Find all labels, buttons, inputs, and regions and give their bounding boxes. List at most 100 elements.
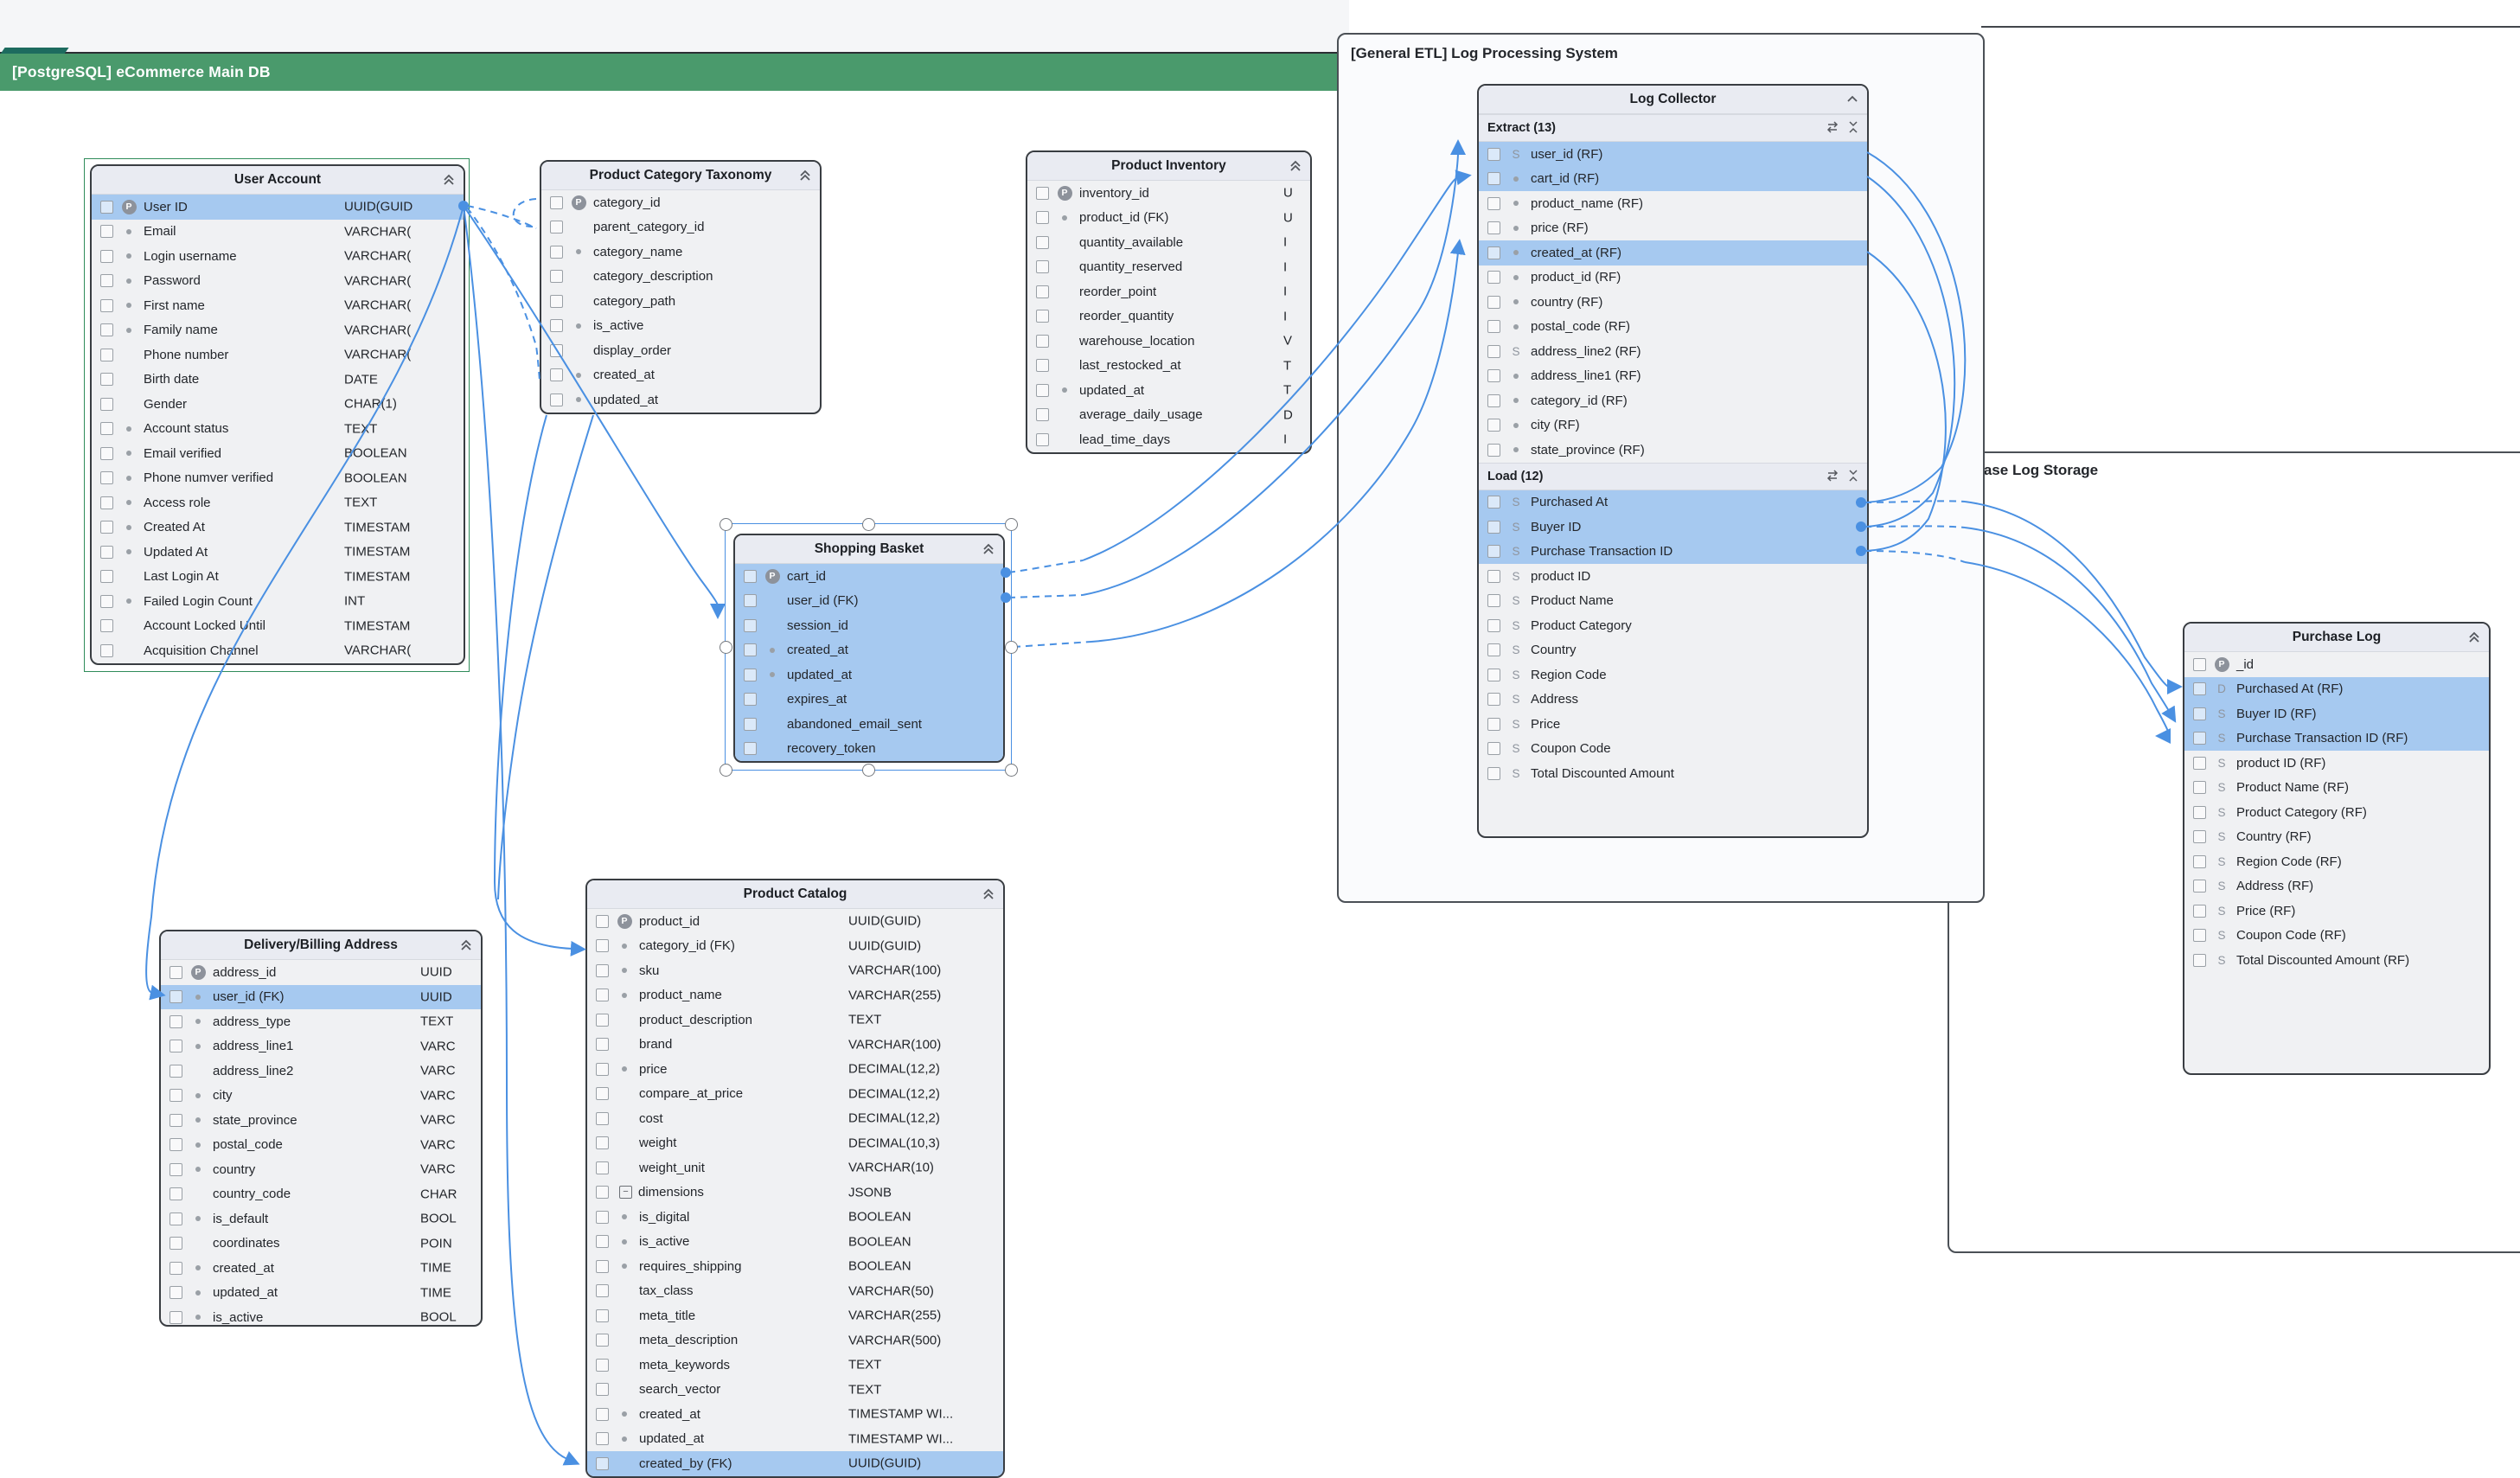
field-row[interactable]: GenderCHAR(1) [92, 392, 464, 417]
table-header[interactable]: Shopping Basket [735, 535, 1003, 564]
field-checkbox[interactable] [596, 915, 609, 928]
selection-handle[interactable] [862, 518, 875, 531]
collapse-double-chevron-icon[interactable] [1289, 160, 1302, 172]
field-checkbox[interactable] [1487, 742, 1500, 755]
field-row[interactable]: SProduct Category (RF) [2184, 800, 2489, 825]
field-checkbox[interactable] [2193, 707, 2206, 720]
table-purchase-log[interactable]: Purchase LogP_idDPurchased At (RF)SBuyer… [2183, 622, 2491, 1075]
field-row[interactable]: tax_classVARCHAR(50) [587, 1279, 1003, 1304]
table-delivery-billing-address[interactable]: Delivery/Billing AddressPaddress_idUUIDu… [159, 930, 483, 1327]
field-checkbox[interactable] [100, 201, 113, 214]
field-row[interactable]: STotal Discounted Amount (RF) [2184, 948, 2489, 973]
field-row[interactable]: compare_at_priceDECIMAL(12,2) [587, 1082, 1003, 1107]
field-checkbox[interactable] [596, 1235, 609, 1248]
field-row[interactable]: average_daily_usageD [1027, 403, 1310, 428]
field-checkbox[interactable] [1487, 148, 1500, 161]
field-checkbox[interactable] [169, 1065, 182, 1078]
field-row[interactable]: user_id (FK) [735, 589, 1003, 614]
field-row[interactable]: category_description [541, 265, 820, 290]
field-row[interactable]: created_at [735, 638, 1003, 663]
field-checkbox[interactable] [596, 1161, 609, 1174]
field-row[interactable]: address_typeTEXT [161, 1009, 481, 1034]
field-row[interactable]: requires_shippingBOOLEAN [587, 1254, 1003, 1279]
field-checkbox[interactable] [1036, 260, 1049, 273]
field-checkbox[interactable] [596, 1014, 609, 1027]
field-row[interactable]: last_restocked_atT [1027, 354, 1310, 379]
field-row[interactable]: SPrice (RF) [2184, 899, 2489, 924]
field-row[interactable]: Account Locked UntilTIMESTAM [92, 614, 464, 639]
field-checkbox[interactable] [2193, 929, 2206, 942]
field-checkbox[interactable] [550, 393, 563, 406]
field-checkbox[interactable] [596, 1063, 609, 1076]
field-checkbox[interactable] [2193, 732, 2206, 745]
field-checkbox[interactable] [2193, 954, 2206, 967]
field-checkbox[interactable] [596, 939, 609, 952]
collapse-section-icon[interactable] [1846, 469, 1860, 483]
field-row[interactable]: category_path [541, 289, 820, 314]
field-row[interactable]: EmailVARCHAR( [92, 220, 464, 245]
field-row[interactable]: First nameVARCHAR( [92, 293, 464, 318]
field-checkbox[interactable] [100, 398, 113, 411]
field-row[interactable]: is_activeBOOL [161, 1305, 481, 1327]
field-checkbox[interactable] [100, 619, 113, 632]
selection-handle[interactable] [720, 641, 732, 654]
field-row[interactable]: SProduct Category [1479, 613, 1867, 638]
field-row[interactable]: Created AtTIMESTAM [92, 515, 464, 541]
field-checkbox[interactable] [550, 295, 563, 308]
field-checkbox[interactable] [100, 349, 113, 362]
field-row[interactable]: category_id (FK)UUID(GUID) [587, 934, 1003, 959]
field-checkbox[interactable] [1487, 320, 1500, 333]
field-checkbox[interactable] [596, 1038, 609, 1051]
field-row[interactable]: product_id (FK)U [1027, 206, 1310, 231]
field-checkbox[interactable] [744, 693, 757, 706]
etl-node-log-collector[interactable]: Log CollectorExtract (13)Suser_id (RF)ca… [1477, 84, 1869, 838]
field-row[interactable]: Account statusTEXT [92, 417, 464, 442]
field-row[interactable]: priceDECIMAL(12,2) [587, 1057, 1003, 1082]
node-header[interactable]: Log Collector [1479, 86, 1867, 114]
field-row[interactable]: updated_atTIME [161, 1281, 481, 1306]
field-checkbox[interactable] [169, 966, 182, 979]
field-row[interactable]: reorder_quantityI [1027, 304, 1310, 330]
field-checkbox[interactable] [1487, 643, 1500, 656]
field-checkbox[interactable] [744, 718, 757, 731]
field-checkbox[interactable] [744, 669, 757, 681]
field-checkbox[interactable] [1487, 394, 1500, 407]
field-checkbox[interactable] [596, 1284, 609, 1297]
field-checkbox[interactable] [1487, 545, 1500, 558]
field-row[interactable]: Saddress_line2 (RF) [1479, 339, 1867, 364]
field-checkbox[interactable] [100, 521, 113, 534]
field-checkbox[interactable] [596, 989, 609, 1001]
table-header[interactable]: Purchase Log [2184, 624, 2489, 652]
field-checkbox[interactable] [1036, 359, 1049, 372]
field-checkbox[interactable] [169, 1286, 182, 1299]
field-row[interactable]: SCountry [1479, 638, 1867, 663]
field-checkbox[interactable] [1036, 384, 1049, 397]
field-row[interactable]: user_id (FK)UUID [161, 985, 481, 1010]
field-checkbox[interactable] [596, 1211, 609, 1224]
field-checkbox[interactable] [1036, 433, 1049, 446]
field-row[interactable]: Pcategory_id [541, 190, 820, 215]
field-checkbox[interactable] [2193, 658, 2206, 671]
selection-handle[interactable] [1005, 641, 1018, 654]
field-row[interactable]: PUser IDUUID(GUID [92, 195, 464, 220]
table-product-inventory[interactable]: Product InventoryPinventory_idUproduct_i… [1026, 150, 1312, 454]
section-header-load[interactable]: Load (12) [1479, 463, 1867, 490]
field-row[interactable]: is_active [541, 314, 820, 339]
field-row[interactable]: session_id [735, 613, 1003, 638]
field-checkbox[interactable] [596, 1087, 609, 1100]
field-row[interactable]: costDECIMAL(12,2) [587, 1106, 1003, 1131]
field-checkbox[interactable] [550, 221, 563, 234]
field-row[interactable]: state_province (RF) [1479, 438, 1867, 463]
field-checkbox[interactable] [169, 1262, 182, 1275]
field-row[interactable]: SPurchase Transaction ID [1479, 540, 1867, 565]
field-checkbox[interactable] [550, 319, 563, 332]
field-checkbox[interactable] [100, 323, 113, 336]
field-checkbox[interactable] [1036, 408, 1049, 421]
field-checkbox[interactable] [100, 546, 113, 559]
expand-collapse-node-icon[interactable]: − [619, 1186, 632, 1199]
field-row[interactable]: is_defaultBOOL [161, 1206, 481, 1232]
field-checkbox[interactable] [596, 1136, 609, 1149]
field-row[interactable]: quantity_reservedI [1027, 255, 1310, 280]
field-row[interactable]: Access roleTEXT [92, 490, 464, 515]
field-checkbox[interactable] [596, 964, 609, 977]
